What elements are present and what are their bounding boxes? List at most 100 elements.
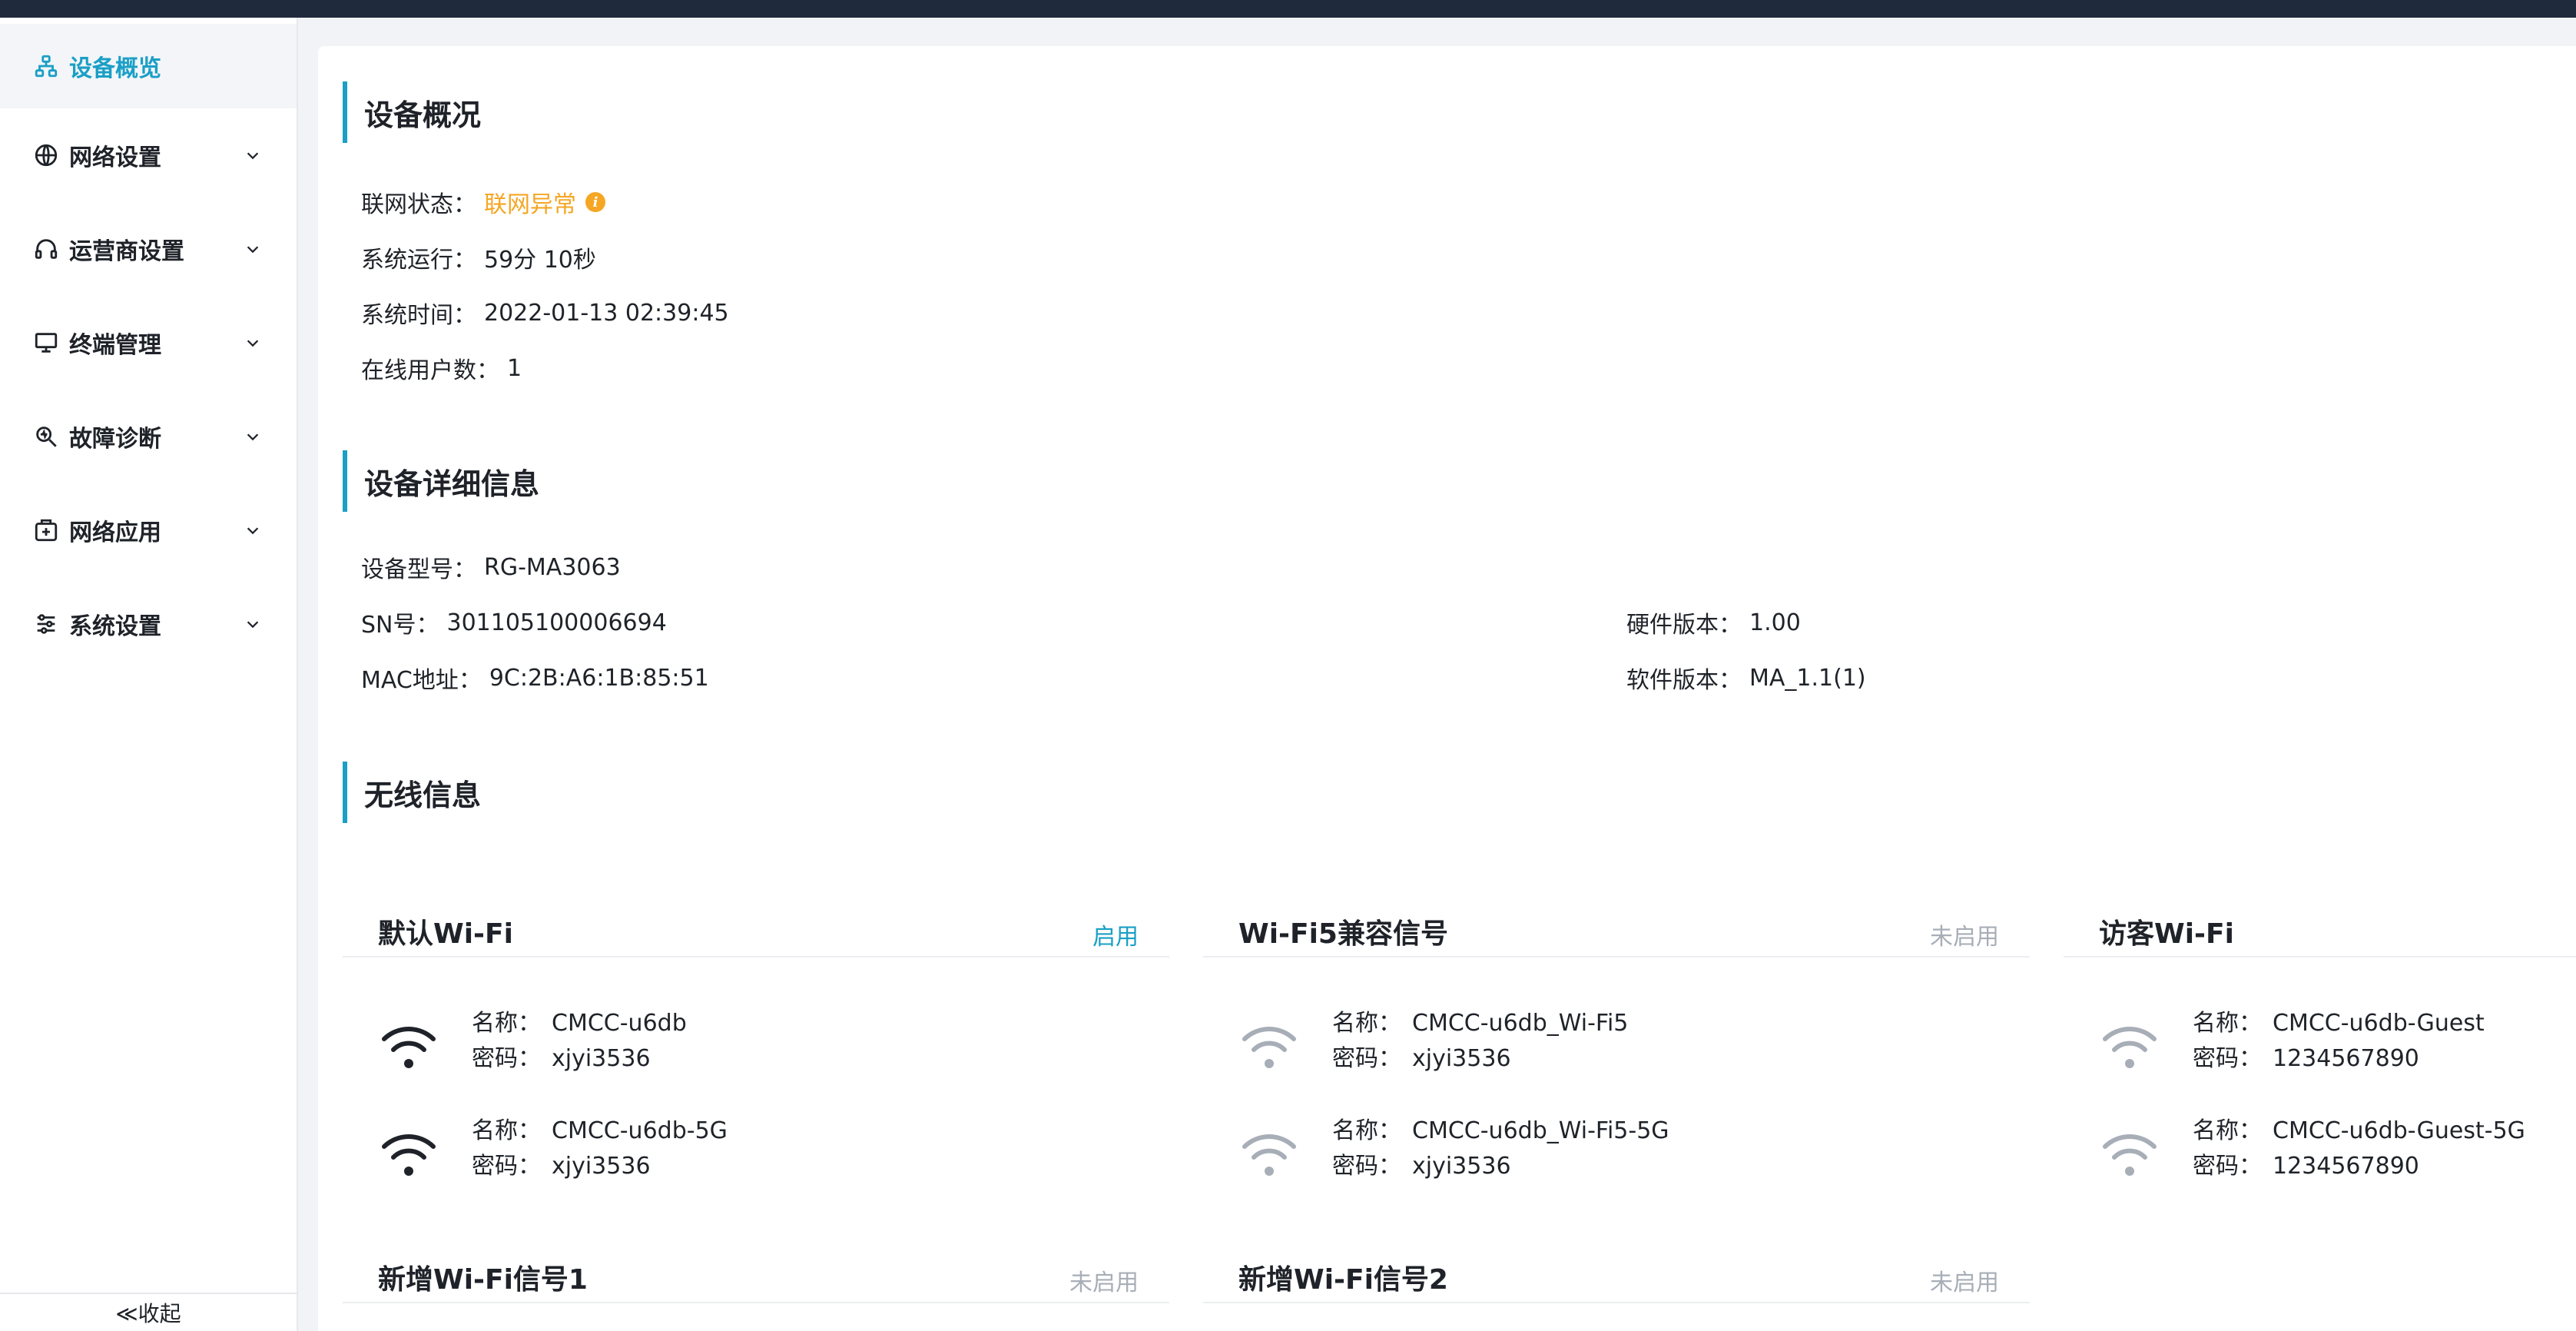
wifi-pwd-label: 密码： <box>1332 1045 1401 1072</box>
card-header: 访客Wi-Fi <box>2064 896 2576 958</box>
sn-label: SN号： <box>361 612 439 639</box>
search-diagnose-icon <box>32 423 60 450</box>
globe-icon <box>32 141 60 169</box>
wifi-pwd-line: 密码： 1234567890 <box>2193 1039 2419 1073</box>
wifi-entry: 名称： CMCC-u6db-Guest 密码： 1234567890 <box>2099 1004 2576 1080</box>
card-header: Wi-Fi5兼容信号 未启用 <box>1203 896 2030 958</box>
wifi-pwd-line: 密码： xjyi3536 <box>1332 1147 1511 1180</box>
sidebar-item-overview[interactable]: 设备概览 <box>0 24 297 108</box>
wifi-entry: 名称： CMCC-u6db-Guest-5G 密码： 1234567890 <box>2099 1111 2576 1188</box>
card-title: Wi-Fi5兼容信号 <box>1238 918 1448 950</box>
wifi-pwd-value: xjyi3536 <box>552 1153 651 1180</box>
wifi-name-line: 名称： CMCC-u6db-Guest <box>2193 1004 2485 1037</box>
card-title: 新增Wi-Fi信号1 <box>378 1264 588 1296</box>
wifi-icon <box>2103 1027 2157 1068</box>
sidebar-item-label: 设备概览 <box>69 55 161 82</box>
card-status[interactable]: 未启用 <box>1930 1263 1999 1297</box>
sn-value: 301105100006694 <box>446 609 667 636</box>
sidebar-item-label: 运营商设置 <box>69 238 184 265</box>
info-icon[interactable]: i <box>585 192 605 212</box>
wifi-name-line: 名称： CMCC-u6db_Wi-Fi5 <box>1332 1004 1628 1037</box>
mac-value: 9C:2B:A6:1B:85:51 <box>489 664 709 692</box>
wifi-pwd-label: 密码： <box>472 1153 541 1180</box>
uptime: 系统运行： 59分 10秒 <box>361 241 596 274</box>
system-time-label: 系统时间： <box>361 302 476 329</box>
wifi-name-value: CMCC-u6db <box>552 1010 687 1037</box>
chevron-down-icon <box>247 246 259 254</box>
sidebar-item-carrier[interactable]: 运营商设置 <box>0 207 297 291</box>
sidebar-item-diagnose[interactable]: 故障诊断 <box>0 394 297 479</box>
wifi-pwd-label: 密码： <box>472 1045 541 1072</box>
sidebar-item-label: 故障诊断 <box>69 426 161 453</box>
net-status-value: 联网异常 <box>484 191 576 218</box>
mac-label: MAC地址： <box>361 667 482 694</box>
hardware-version-label: 硬件版本： <box>1626 612 1742 639</box>
wifi-card-new-1: 新增Wi-Fi信号1 未启用 <box>343 1242 1169 1331</box>
sidebar-item-terminal[interactable]: 终端管理 <box>0 300 297 385</box>
device-model-label: 设备型号： <box>361 556 476 583</box>
software-version: 软件版本： MA_1.1(1) <box>1626 661 1866 695</box>
hardware-version-value: 1.00 <box>1749 609 1801 636</box>
device-model: 设备型号： RG-MA3063 <box>361 550 621 584</box>
wifi-name-value: CMCC-u6db_Wi-Fi5 <box>1412 1010 1629 1037</box>
wifi-pwd-value: xjyi3536 <box>552 1045 651 1072</box>
sidebar-item-label: 终端管理 <box>69 332 161 359</box>
card-header: 新增Wi-Fi信号2 未启用 <box>1203 1242 2030 1303</box>
card-status[interactable]: 未启用 <box>1069 1263 1139 1297</box>
wifi-pwd-value: xjyi3536 <box>1412 1045 1511 1072</box>
wifi-name-value: CMCC-u6db-Guest-5G <box>2273 1117 2525 1144</box>
wifi-entry: 名称： CMCC-u6db_Wi-Fi5-5G 密码： xjyi3536 <box>1238 1111 2007 1188</box>
sidebar-item-label: 系统设置 <box>69 613 161 640</box>
net-status-label: 联网状态： <box>361 191 476 218</box>
wifi-entry: 名称： CMCC-u6db 密码： xjyi3536 <box>378 1004 1146 1080</box>
wifi-card-guest: 访客Wi-Fi 名称： CMCC-u6db-Guest 密码： 1234567890… <box>2064 896 2576 1219</box>
chevron-down-icon <box>247 340 259 347</box>
wifi-name-label: 名称： <box>472 1010 541 1037</box>
chevron-down-icon <box>247 433 259 441</box>
wifi-name-value: CMCC-u6db-5G <box>552 1117 728 1144</box>
wifi-entry: 名称： CMCC-u6db_Wi-Fi5 密码： xjyi3536 <box>1238 1004 2007 1080</box>
sn: SN号： 301105100006694 <box>361 606 667 639</box>
wifi-icon <box>382 1027 436 1068</box>
wifi-card-wifi5: Wi-Fi5兼容信号 未启用 名称： CMCC-u6db_Wi-Fi5 密码： xj… <box>1203 896 2030 1219</box>
wifi-pwd-label: 密码： <box>2193 1045 2262 1072</box>
chevron-down-icon <box>247 621 259 629</box>
system-time: 系统时间： 2022-01-13 02:39:45 <box>361 296 729 330</box>
monitor-icon <box>32 329 60 357</box>
wifi-name-line: 名称： CMCC-u6db <box>472 1004 687 1037</box>
net-status: 联网状态： 联网异常 i <box>361 185 605 219</box>
wifi-card-default: 默认Wi-Fi 启用 名称： CMCC-u6db 密码： xjyi3536 名称： C… <box>343 896 1169 1219</box>
mac: MAC地址： 9C:2B:A6:1B:85:51 <box>361 661 709 695</box>
card-header: 默认Wi-Fi 启用 <box>343 896 1169 958</box>
wifi-entry: 名称： CMCC-u6db-5G 密码： xjyi3536 <box>378 1111 1146 1188</box>
wifi-pwd-value: 1234567890 <box>2273 1153 2419 1180</box>
wifi-name-line: 名称： CMCC-u6db-5G <box>472 1111 728 1145</box>
wifi-icon <box>382 1134 436 1176</box>
sidebar: 设备概览 网络设置 运营商设置 终端管理 故障诊断 网络应用 系统设置 ≪收起 <box>0 18 298 1331</box>
online-users: 在线用户数： 1 <box>361 351 522 385</box>
wifi-pwd-line: 密码： 1234567890 <box>2193 1147 2419 1180</box>
card-status[interactable]: 启用 <box>1092 918 1139 951</box>
section-title-overview: 设备概况 <box>343 81 481 143</box>
system-time-value: 2022-01-13 02:39:45 <box>484 299 729 327</box>
collapse-label: ≪收起 <box>115 1301 181 1326</box>
sidebar-item-label: 网络设置 <box>69 144 161 171</box>
wifi-name-line: 名称： CMCC-u6db_Wi-Fi5-5G <box>1332 1111 1669 1145</box>
card-status[interactable]: 未启用 <box>1930 918 1999 951</box>
wifi-icon <box>1242 1027 1296 1068</box>
sidebar-item-system[interactable]: 系统设置 <box>0 582 297 666</box>
sidebar-item-apps[interactable]: 网络应用 <box>0 488 297 573</box>
sidebar-item-label: 网络应用 <box>69 519 161 546</box>
collapse-sidebar-button[interactable]: ≪收起 <box>0 1293 297 1331</box>
sidebar-item-network[interactable]: 网络设置 <box>0 113 297 197</box>
wifi-pwd-line: 密码： xjyi3536 <box>472 1147 651 1180</box>
card-title: 默认Wi-Fi <box>378 918 513 950</box>
sitemap-icon <box>32 52 60 80</box>
wifi-name-label: 名称： <box>1332 1117 1401 1144</box>
headset-icon <box>32 235 60 263</box>
wifi-pwd-label: 密码： <box>1332 1153 1401 1180</box>
top-bar <box>0 0 2576 18</box>
hardware-version: 硬件版本： 1.00 <box>1626 606 1801 639</box>
app-plus-icon <box>32 516 60 544</box>
card-title: 新增Wi-Fi信号2 <box>1238 1264 1448 1296</box>
